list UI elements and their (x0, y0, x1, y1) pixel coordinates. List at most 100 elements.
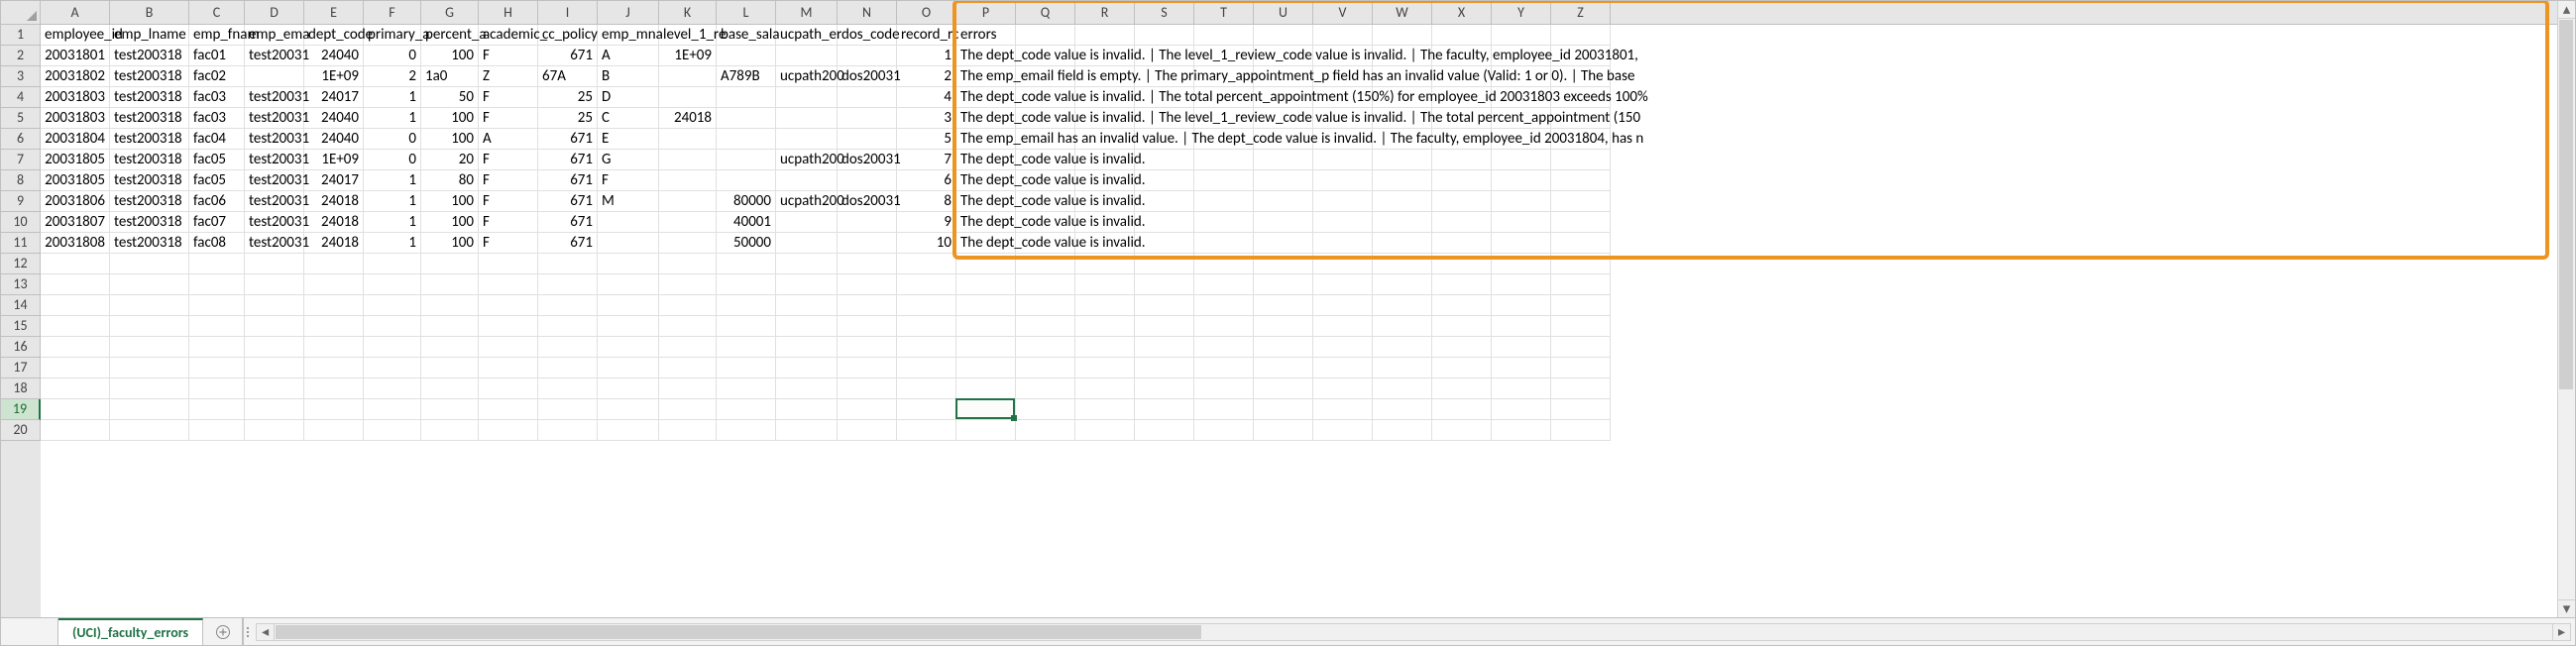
cell-S20[interactable] (1135, 420, 1194, 441)
cell-M9[interactable]: ucpath200 (776, 191, 838, 212)
cell-D1[interactable]: emp_ema (245, 25, 304, 46)
cell-L17[interactable] (717, 358, 776, 378)
column-header-U[interactable]: U (1254, 1, 1313, 24)
cell-U14[interactable] (1254, 295, 1313, 316)
cell-K4[interactable] (659, 87, 717, 108)
cell-E14[interactable] (304, 295, 364, 316)
cell-N8[interactable] (838, 170, 897, 191)
cell-C10[interactable]: fac07 (189, 212, 245, 233)
cell-P15[interactable] (956, 316, 1016, 337)
cell-N17[interactable] (838, 358, 897, 378)
cell-Q1[interactable] (1016, 25, 1075, 46)
cell-P9[interactable]: The dept_code value is invalid. (956, 191, 1016, 212)
cell-B2[interactable]: test200318 (110, 46, 189, 66)
cell-E2[interactable]: 24040 (304, 46, 364, 66)
cell-A8[interactable]: 20031805 (41, 170, 110, 191)
cell-E7[interactable]: 1E+09 (304, 150, 364, 170)
cell-G15[interactable] (421, 316, 479, 337)
cell-E12[interactable] (304, 254, 364, 274)
cell-F8[interactable]: 1 (364, 170, 421, 191)
cell-L5[interactable] (717, 108, 776, 129)
cell-Y10[interactable] (1492, 212, 1551, 233)
cell-M16[interactable] (776, 337, 838, 358)
cell-C16[interactable] (189, 337, 245, 358)
cell-H3[interactable]: Z (479, 66, 538, 87)
cell-N19[interactable] (838, 399, 897, 420)
cell-E9[interactable]: 24018 (304, 191, 364, 212)
cell-M17[interactable] (776, 358, 838, 378)
cell-E19[interactable] (304, 399, 364, 420)
cell-K1[interactable]: level_1_re (659, 25, 717, 46)
cell-J1[interactable]: emp_mna (598, 25, 659, 46)
cell-Y20[interactable] (1492, 420, 1551, 441)
cell-G9[interactable]: 100 (421, 191, 479, 212)
cell-C17[interactable] (189, 358, 245, 378)
cell-N13[interactable] (838, 274, 897, 295)
cell-P17[interactable] (956, 358, 1016, 378)
cell-X9[interactable] (1432, 191, 1492, 212)
cell-D11[interactable]: test20031 (245, 233, 304, 254)
cell-J18[interactable] (598, 378, 659, 399)
cell-E16[interactable] (304, 337, 364, 358)
cell-N3[interactable]: dos20031 (838, 66, 897, 87)
cell-X13[interactable] (1432, 274, 1492, 295)
cell-P3[interactable]: The emp_email field is empty. | The prim… (956, 66, 1016, 87)
column-header-G[interactable]: G (421, 1, 479, 24)
horizontal-scrollbar[interactable]: ◂ ▸ (256, 623, 2571, 641)
cell-O15[interactable] (897, 316, 956, 337)
cell-I11[interactable]: 671 (538, 233, 598, 254)
cell-K2[interactable]: 1E+09 (659, 46, 717, 66)
column-header-B[interactable]: B (110, 1, 189, 24)
cell-Q16[interactable] (1016, 337, 1075, 358)
cell-J16[interactable] (598, 337, 659, 358)
cell-O13[interactable] (897, 274, 956, 295)
cell-B11[interactable]: test200318 (110, 233, 189, 254)
cell-P8[interactable]: The dept_code value is invalid. (956, 170, 1016, 191)
cell-O11[interactable]: 10 (897, 233, 956, 254)
cells-region[interactable]: employee_idemp_lnameemp_fnamemp_emadept_… (41, 25, 2557, 617)
cell-O6[interactable]: 5 (897, 129, 956, 150)
cell-V1[interactable] (1313, 25, 1373, 46)
cell-W8[interactable] (1373, 170, 1432, 191)
cell-N15[interactable] (838, 316, 897, 337)
cell-I1[interactable]: cc_policy (538, 25, 598, 46)
cell-B4[interactable]: test200318 (110, 87, 189, 108)
cell-I20[interactable] (538, 420, 598, 441)
cell-S14[interactable] (1135, 295, 1194, 316)
cell-W7[interactable] (1373, 150, 1432, 170)
cell-O10[interactable]: 9 (897, 212, 956, 233)
cell-K10[interactable] (659, 212, 717, 233)
cell-P10[interactable]: The dept_code value is invalid. (956, 212, 1016, 233)
cell-L6[interactable] (717, 129, 776, 150)
row-header-4[interactable]: 4 (1, 87, 41, 108)
cell-W15[interactable] (1373, 316, 1432, 337)
cell-X16[interactable] (1432, 337, 1492, 358)
row-header-9[interactable]: 9 (1, 191, 41, 212)
cell-H17[interactable] (479, 358, 538, 378)
cell-V11[interactable] (1313, 233, 1373, 254)
cell-J14[interactable] (598, 295, 659, 316)
cell-Q14[interactable] (1016, 295, 1075, 316)
cell-K7[interactable] (659, 150, 717, 170)
cell-B3[interactable]: test200318 (110, 66, 189, 87)
cell-N14[interactable] (838, 295, 897, 316)
cell-V8[interactable] (1313, 170, 1373, 191)
cell-Y11[interactable] (1492, 233, 1551, 254)
cell-C3[interactable]: fac02 (189, 66, 245, 87)
cell-Y8[interactable] (1492, 170, 1551, 191)
cell-L13[interactable] (717, 274, 776, 295)
cell-D9[interactable]: test20031 (245, 191, 304, 212)
cell-H18[interactable] (479, 378, 538, 399)
cell-K3[interactable] (659, 66, 717, 87)
cell-F7[interactable]: 0 (364, 150, 421, 170)
cell-L14[interactable] (717, 295, 776, 316)
cell-I18[interactable] (538, 378, 598, 399)
cell-T1[interactable] (1194, 25, 1254, 46)
cell-X11[interactable] (1432, 233, 1492, 254)
select-all-corner[interactable] (1, 1, 41, 25)
cell-G3[interactable]: 1a0 (421, 66, 479, 87)
cell-U11[interactable] (1254, 233, 1313, 254)
cell-G1[interactable]: percent_a (421, 25, 479, 46)
row-header-20[interactable]: 20 (1, 420, 41, 441)
cell-P5[interactable]: The dept_code value is invalid. | The le… (956, 108, 1016, 129)
